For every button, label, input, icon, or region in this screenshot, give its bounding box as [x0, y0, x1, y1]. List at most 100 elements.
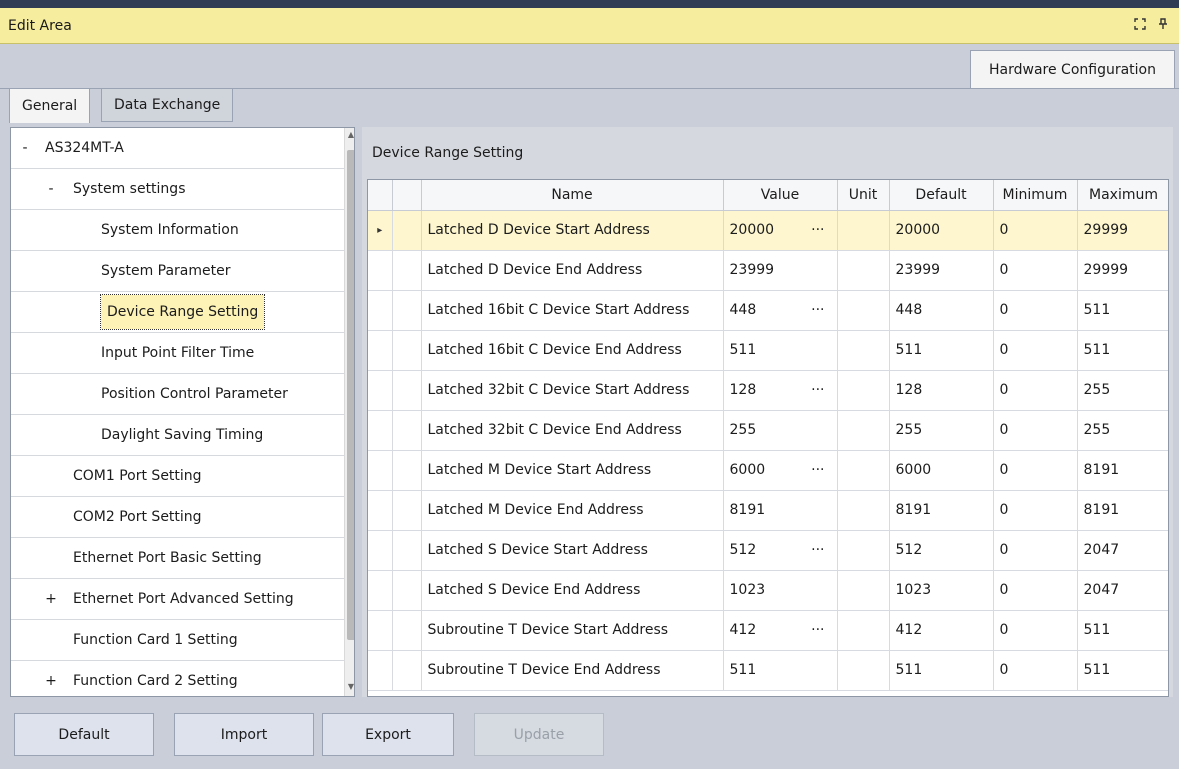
table-row[interactable]: Latched S Device Start Address 512 ··· 512 0… [368, 530, 1168, 571]
tree-item-input-point-filter-time[interactable]: Input Point Filter Time [11, 333, 344, 374]
scroll-down-icon[interactable]: ▼ [345, 682, 354, 696]
row-indicator-icon [368, 450, 393, 491]
row-indicator-icon [368, 330, 393, 371]
ellipsis-button[interactable]: ··· [811, 622, 824, 638]
tree-item-com1-port-setting[interactable]: COM1 Port Setting [11, 456, 344, 497]
tree-item-function-card-1-setting[interactable]: Function Card 1 Setting [11, 620, 344, 661]
column-header-default[interactable]: Default [889, 180, 994, 211]
value-text: 6000 [729, 462, 766, 478]
tree-item-label: Function Card 1 Setting [73, 632, 238, 648]
table-row[interactable]: Latched S Device End Address 1023 1023 0 204… [368, 570, 1168, 611]
column-header-unit[interactable]: Unit [837, 180, 890, 211]
column-header-minimum[interactable]: Minimum [993, 180, 1078, 211]
ellipsis-button[interactable]: ··· [811, 222, 824, 238]
cell-maximum: 29999 [1077, 250, 1168, 291]
table-row[interactable]: Latched 32bit C Device End Address 255 255… [368, 410, 1168, 451]
cell-value[interactable]: 8191 [723, 490, 838, 531]
value-text: 412 [729, 622, 757, 638]
cell-value[interactable]: 512 ··· [723, 530, 838, 571]
expand-toggle-icon[interactable]: + [45, 673, 57, 689]
table-row[interactable]: ▸ Latched D Device Start Address 20000 ··· 2… [368, 210, 1168, 251]
tab-general[interactable]: General [9, 88, 91, 123]
cell-value[interactable]: 6000 ··· [723, 450, 838, 491]
cell-value[interactable]: 1023 [723, 570, 838, 611]
tree-item-system-parameter[interactable]: System Parameter [11, 251, 344, 292]
tree-item-system-settings[interactable]: - System settings [11, 169, 344, 210]
tree-item-system-information[interactable]: System Information [11, 210, 344, 251]
tree-item-com2-port-setting[interactable]: COM2 Port Setting [11, 497, 344, 538]
row-group-cell [392, 650, 422, 691]
table-row[interactable]: Latched M Device Start Address 6000 ··· 600… [368, 450, 1168, 491]
tab-data-exchange[interactable]: Data Exchange [101, 88, 234, 122]
cell-minimum: 0 [993, 610, 1078, 651]
column-header-maximum[interactable]: Maximum [1077, 180, 1168, 211]
cell-minimum: 0 [993, 250, 1078, 291]
cell-minimum: 0 [993, 490, 1078, 531]
cell-value[interactable]: 448 ··· [723, 290, 838, 331]
ellipsis-button[interactable]: ··· [811, 462, 824, 478]
row-group-cell [392, 410, 422, 451]
cell-value[interactable]: 20000 ··· [723, 210, 838, 251]
cell-default: 511 [889, 650, 994, 691]
tree-scrollbar[interactable]: ▲ ▼ [344, 128, 354, 696]
value-text: 512 [729, 542, 757, 558]
tree-item-position-control-parameter[interactable]: Position Control Parameter [11, 374, 344, 415]
collapse-toggle-icon[interactable]: - [45, 181, 57, 197]
tree-item-label: Position Control Parameter [101, 386, 288, 402]
scroll-up-icon[interactable]: ▲ [345, 130, 354, 144]
tree-item-ethernet-port-advanced-setting[interactable]: + Ethernet Port Advanced Setting [11, 579, 344, 620]
scrollbar-thumb[interactable] [347, 150, 354, 640]
table-row[interactable]: Subroutine T Device End Address 511 511 0 51… [368, 650, 1168, 691]
cell-maximum: 29999 [1077, 210, 1168, 251]
row-indicator-icon [368, 570, 393, 611]
group-header [392, 180, 422, 211]
row-indicator-icon [368, 530, 393, 571]
maximize-icon[interactable] [1133, 18, 1147, 32]
cell-value[interactable]: 412 ··· [723, 610, 838, 651]
cell-maximum: 8191 [1077, 450, 1168, 491]
cell-value[interactable]: 255 [723, 410, 838, 451]
tab-hardware-configuration[interactable]: Hardware Configuration [970, 50, 1175, 88]
column-header-name[interactable]: Name [421, 180, 724, 211]
cell-maximum: 2047 [1077, 530, 1168, 571]
table-row[interactable]: Latched M Device End Address 8191 8191 0 819… [368, 490, 1168, 531]
value-text: 20000 [729, 222, 775, 238]
tree-item-as324mt-a[interactable]: - AS324MT-A [11, 128, 344, 169]
cell-maximum: 255 [1077, 370, 1168, 411]
tree-item-ethernet-port-basic-setting[interactable]: Ethernet Port Basic Setting [11, 538, 344, 579]
ellipsis-button[interactable]: ··· [811, 382, 824, 398]
cell-minimum: 0 [993, 330, 1078, 371]
table-row[interactable]: Latched 16bit C Device End Address 511 511… [368, 330, 1168, 371]
cell-default: 23999 [889, 250, 994, 291]
cell-name: Latched 32bit C Device End Address [421, 410, 724, 451]
tree-item-function-card-2-setting[interactable]: + Function Card 2 Setting [11, 661, 344, 696]
table-row[interactable]: Latched 16bit C Device Start Address 448 ·… [368, 290, 1168, 331]
cell-name: Latched D Device Start Address [421, 210, 724, 251]
tree-item-label: Device Range Setting [99, 294, 266, 330]
cell-value[interactable]: 511 [723, 330, 838, 371]
table-row[interactable]: Latched D Device End Address 23999 23999 0 2… [368, 250, 1168, 291]
device-range-grid: Name Value Unit Default Minimum Maximum … [367, 179, 1169, 697]
row-indicator-icon [368, 250, 393, 291]
cell-maximum: 8191 [1077, 490, 1168, 531]
export-button[interactable]: Export [322, 713, 454, 756]
cell-value[interactable]: 23999 [723, 250, 838, 291]
ellipsis-button[interactable]: ··· [811, 542, 824, 558]
ellipsis-button[interactable]: ··· [811, 302, 824, 318]
import-button[interactable]: Import [174, 713, 314, 756]
cell-value[interactable]: 511 [723, 650, 838, 691]
cell-unit [837, 370, 890, 411]
cell-name: Latched 16bit C Device Start Address [421, 290, 724, 331]
default-button[interactable]: Default [14, 713, 154, 756]
pin-icon[interactable] [1156, 18, 1170, 32]
table-row[interactable]: Latched 32bit C Device Start Address 128 ·… [368, 370, 1168, 411]
column-header-value[interactable]: Value [723, 180, 838, 211]
cell-unit [837, 210, 890, 251]
table-row[interactable]: Subroutine T Device Start Address 412 ··· 4… [368, 610, 1168, 651]
cell-name: Latched S Device Start Address [421, 530, 724, 571]
cell-value[interactable]: 128 ··· [723, 370, 838, 411]
expand-toggle-icon[interactable]: + [45, 591, 57, 607]
tree-item-device-range-setting[interactable]: Device Range Setting [11, 292, 344, 333]
collapse-toggle-icon[interactable]: - [19, 140, 31, 156]
tree-item-daylight-saving-timing[interactable]: Daylight Saving Timing [11, 415, 344, 456]
